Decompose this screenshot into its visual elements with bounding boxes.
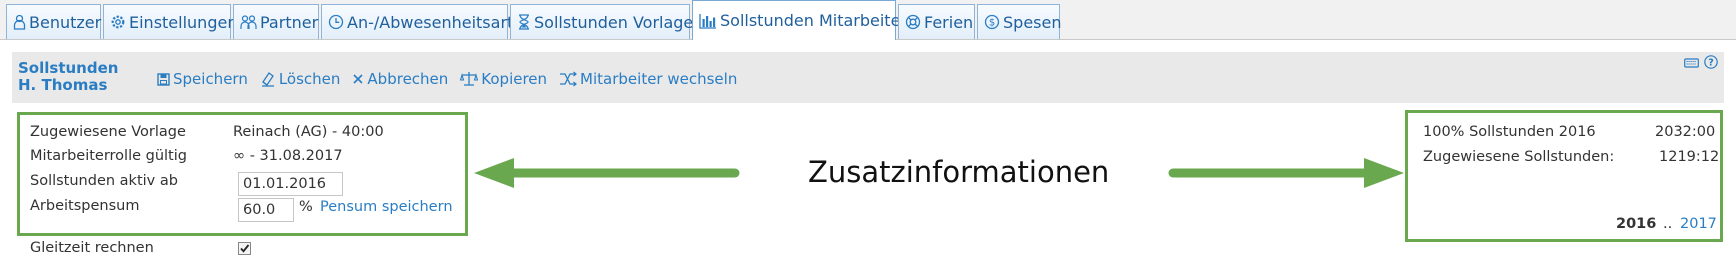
year-separator: .. <box>1663 216 1673 232</box>
role-value: ∞ - 31.08.2017 <box>233 148 343 164</box>
tab-ferien[interactable]: Ferien <box>898 4 975 39</box>
copy-label: Kopieren <box>481 70 548 88</box>
workload-input[interactable] <box>238 198 294 222</box>
full-target-label: 100% Sollstunden 2016 <box>1423 124 1596 140</box>
workload-label: Arbeitspensum <box>30 198 140 214</box>
active-from-input[interactable] <box>238 172 343 196</box>
close-icon <box>352 73 364 85</box>
cancel-button[interactable]: Abbrechen <box>352 70 448 88</box>
save-workload-link[interactable]: Pensum speichern <box>320 199 453 215</box>
tab-partner[interactable]: Partner <box>233 4 319 39</box>
arrow-right-icon <box>1168 158 1404 188</box>
full-target-value: 2032:00 <box>1655 124 1716 140</box>
eraser-icon <box>260 71 276 87</box>
flextime-label: Gleitzeit rechnen <box>30 240 154 256</box>
assigned-target-value: 1219:12 <box>1659 149 1720 165</box>
tab-label: An-/Abwesenheitsart <box>347 12 514 32</box>
page-title-line1: Sollstunden <box>18 59 119 77</box>
delete-button[interactable]: Löschen <box>260 70 341 88</box>
tab-label: Benutzer <box>29 12 102 32</box>
template-value: Reinach (AG) - 40:00 <box>233 124 384 140</box>
keyboard-icon[interactable] <box>1684 54 1699 73</box>
clock-icon <box>328 14 344 30</box>
tab-label: Spesen <box>1003 12 1062 32</box>
tab-label: Ferien <box>924 12 974 32</box>
arrow-left-icon <box>474 158 740 188</box>
delete-label: Löschen <box>278 70 341 88</box>
svg-text:?: ? <box>1708 58 1714 69</box>
role-label: Mitarbeiterrolle gültig <box>30 148 187 164</box>
money-icon: $ <box>984 14 1000 30</box>
tab-label: Partner <box>260 12 319 32</box>
year-current: 2016 <box>1616 216 1657 232</box>
cancel-label: Abbrechen <box>367 70 449 88</box>
template-label: Zugewiesene Vorlage <box>30 124 186 140</box>
page-title-line2: H. Thomas <box>18 76 108 94</box>
partner-icon <box>240 14 257 30</box>
user-icon <box>13 14 26 30</box>
tab-sollstunden-mitarbeiter[interactable]: Sollstunden Mitarbeiter <box>692 0 907 40</box>
assigned-target-label: Zugewiesene Sollstunden: <box>1423 149 1615 165</box>
workload-unit: % <box>299 199 313 215</box>
annotation-text: Zusatzinformationen <box>808 155 1110 189</box>
gear-icon <box>110 14 126 30</box>
panel-header: Sollstunden H. Thomas Speichern Löschen … <box>12 52 1724 103</box>
bar-chart-icon <box>699 13 717 29</box>
tab-an-abwesenheitsart[interactable]: An-/Abwesenheitsart <box>321 4 513 39</box>
tab-sollstunden-vorlage[interactable]: Sollstunden Vorlage <box>510 4 694 39</box>
tab-benutzer[interactable]: Benutzer <box>6 4 101 39</box>
switch-label: Mitarbeiter wechseln <box>580 70 738 88</box>
save-label: Speichern <box>173 70 248 88</box>
copy-scales-icon <box>460 71 479 87</box>
svg-text:$: $ <box>989 18 995 29</box>
tab-label: Sollstunden Vorlage <box>534 12 694 32</box>
tab-spesen[interactable]: $ Spesen <box>977 4 1062 39</box>
tab-bar: Benutzer Einstellungen Partner An-/Abwes… <box>0 0 1736 40</box>
tab-label: Sollstunden Mitarbeiter <box>720 11 907 30</box>
save-button[interactable]: Speichern <box>157 70 248 88</box>
checkmark-icon <box>240 244 250 253</box>
tab-label: Einstellungen <box>129 12 238 32</box>
toolbar: Speichern Löschen Abbrechen Kopieren Mit… <box>157 70 749 88</box>
flextime-checkbox[interactable] <box>238 242 251 255</box>
help-icon[interactable]: ? <box>1704 54 1718 73</box>
hourglass-icon <box>517 14 531 30</box>
lifebuoy-icon <box>905 14 921 30</box>
copy-button[interactable]: Kopieren <box>460 70 547 88</box>
switch-user-icon <box>559 71 578 87</box>
floppy-icon <box>157 72 170 86</box>
year-next-link[interactable]: 2017 <box>1680 216 1717 232</box>
switch-employee-button[interactable]: Mitarbeiter wechseln <box>559 70 737 88</box>
active-from-label: Sollstunden aktiv ab <box>30 173 178 189</box>
header-icons: ? <box>1684 54 1718 73</box>
page-title: Sollstunden H. Thomas <box>18 60 118 94</box>
tab-einstellungen[interactable]: Einstellungen <box>103 4 237 39</box>
